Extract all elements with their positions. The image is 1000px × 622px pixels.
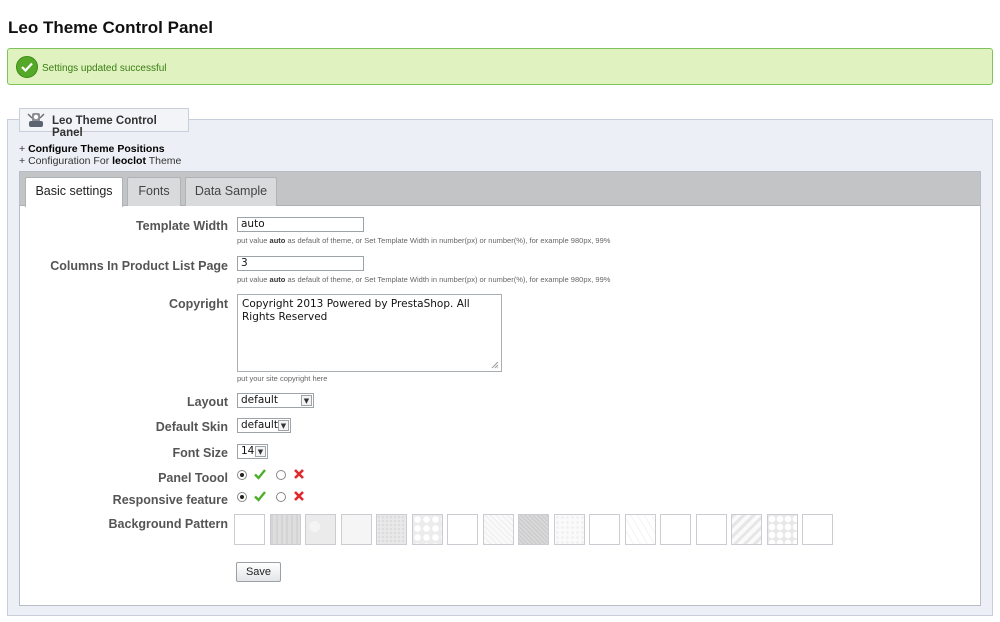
copyright-textarea[interactable]: Copyright 2013 Powered by PrestaShop. Al…	[237, 294, 502, 372]
columns-label: Columns In Product List Page	[50, 259, 228, 273]
resize-grip-icon[interactable]	[491, 361, 499, 369]
panel-tool-label: Panel Toool	[158, 471, 228, 485]
chevron-down-icon: ▼	[301, 395, 312, 406]
panel-tool-yes-radio[interactable]	[237, 470, 247, 480]
responsive-no-radio[interactable]	[276, 492, 286, 502]
pattern-swatch-2[interactable]	[269, 514, 301, 545]
responsive-label: Responsive feature	[112, 493, 228, 507]
responsive-yes-radio[interactable]	[237, 492, 247, 502]
background-pattern-label: Background Pattern	[108, 517, 228, 531]
tab-bar: Basic settings Fonts Data Sample	[20, 172, 980, 207]
pattern-swatch-13[interactable]	[660, 514, 691, 545]
cross-icon	[294, 491, 304, 501]
tab-data-sample[interactable]: Data Sample	[185, 177, 277, 206]
pattern-swatch-11[interactable]	[589, 514, 620, 545]
pattern-swatch-7[interactable]	[447, 514, 478, 545]
pattern-swatch-10[interactable]	[553, 514, 585, 545]
check-icon	[254, 469, 266, 480]
copyright-text: Copyright 2013 Powered by PrestaShop. Al…	[242, 298, 470, 323]
pattern-swatch-4[interactable]	[340, 514, 372, 545]
copyright-label: Copyright	[168, 297, 228, 311]
tab-basic-settings[interactable]: Basic settings	[25, 177, 123, 207]
pattern-swatch-14[interactable]	[695, 514, 727, 545]
pattern-swatch-3[interactable]	[305, 514, 336, 545]
layout-select[interactable]: default ▼	[237, 393, 314, 408]
fieldset-legend: Leo Theme Control Panel	[19, 108, 189, 139]
alert-message: Settings updated successful	[42, 63, 167, 74]
font-size-label: Font Size	[172, 446, 228, 460]
panel-tool-no-radio[interactable]	[276, 470, 286, 480]
columns-input[interactable]: 3	[237, 256, 364, 271]
success-alert: Settings updated successful	[7, 48, 993, 85]
columns-hint: put value auto as default of theme, or S…	[237, 275, 611, 284]
configuration-theme-line: + Configuration For leoclot Theme	[19, 155, 182, 167]
pattern-swatch-17[interactable]	[802, 514, 833, 545]
template-width-input[interactable]: auto	[237, 217, 364, 232]
pattern-swatch-1[interactable]	[234, 514, 265, 545]
configure-positions-link[interactable]: + Configure Theme Positions	[19, 143, 181, 155]
pattern-swatch-6[interactable]	[411, 514, 443, 545]
tab-fonts[interactable]: Fonts	[127, 177, 181, 206]
cross-icon	[294, 469, 304, 479]
pattern-swatch-15[interactable]	[731, 514, 762, 545]
theme-logo-icon	[27, 113, 45, 127]
font-size-select[interactable]: 14 ▼	[237, 444, 268, 459]
pattern-swatch-16[interactable]	[766, 514, 798, 545]
pattern-swatch-9[interactable]	[518, 514, 549, 545]
default-skin-select[interactable]: default ▼	[237, 418, 291, 433]
template-width-hint: put value auto as default of theme, or S…	[237, 236, 611, 245]
pattern-swatch-5[interactable]	[376, 514, 407, 545]
save-button[interactable]: Save	[236, 562, 281, 582]
page-title: Leo Theme Control Panel	[8, 18, 213, 37]
check-icon	[254, 491, 266, 502]
layout-label: Layout	[187, 395, 228, 409]
copyright-hint: put your site copyright here	[237, 374, 328, 383]
legend-title: Leo Theme Control Panel	[52, 115, 157, 139]
template-width-label: Template Width	[135, 219, 228, 233]
pattern-swatch-12[interactable]	[624, 514, 656, 545]
chevron-down-icon: ▼	[278, 420, 289, 431]
default-skin-label: Default Skin	[155, 420, 228, 434]
settings-panel: Basic settings Fonts Data Sample Templat…	[19, 171, 981, 606]
chevron-down-icon: ▼	[255, 446, 266, 457]
pattern-swatch-8[interactable]	[482, 514, 514, 545]
config-links: + Configure Theme Positions + Configurat…	[19, 143, 181, 167]
check-circle-icon	[16, 56, 38, 78]
